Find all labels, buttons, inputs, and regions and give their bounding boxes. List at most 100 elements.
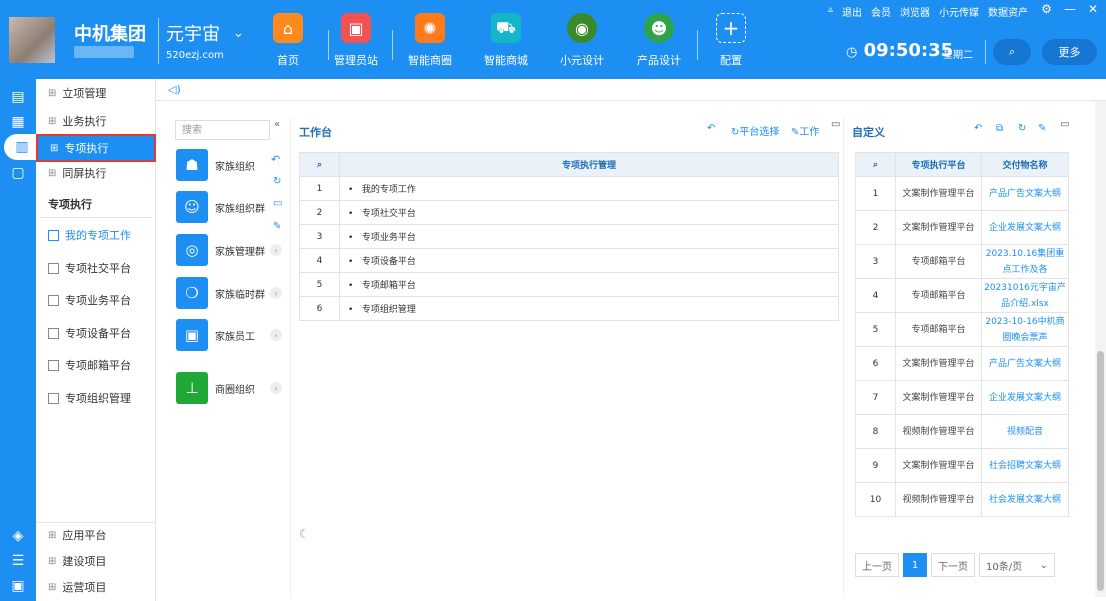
table-row[interactable]: 1 文案制作管理平台 产品广告文案大纲 <box>855 176 1069 211</box>
back-icon[interactable]: ↶ <box>707 123 715 134</box>
table-row[interactable]: 6 • 专项组织管理 <box>299 296 839 321</box>
row-file-link[interactable]: 社会招聘文案大纲 <box>981 448 1069 483</box>
back-icon[interactable]: ↶ <box>974 123 982 134</box>
row-file-link[interactable]: 产品广告文案大纲 <box>981 176 1069 211</box>
sub-item-org[interactable]: 专项组织管理 <box>36 388 156 408</box>
edit-icon[interactable]: ✎ <box>1038 123 1046 134</box>
table-row[interactable]: 3 • 专项业务平台 <box>299 224 839 249</box>
menu-item-project-setup[interactable]: ⊞ 立项管理 <box>36 82 156 104</box>
table-row[interactable]: 10 视频制作管理平台 社会发展文案大纲 <box>855 482 1069 517</box>
row-file-link[interactable]: 视频配音 <box>981 414 1069 449</box>
search-icon[interactable]: ⌕ <box>855 152 896 177</box>
nav-config[interactable]: + 配置 <box>699 13 763 69</box>
menu-item-operation[interactable]: ⊞ 运营项目 <box>36 576 156 598</box>
table-row[interactable]: 4 专项邮箱平台 20231016元宇宙产品介绍.xlsx <box>855 278 1069 313</box>
list-icon[interactable]: ☰ <box>8 551 28 571</box>
prev-page-button[interactable]: 上一页 <box>855 553 899 577</box>
nav-xiaoyuan-design[interactable]: ◉ 小元设计 <box>550 13 614 69</box>
screen-icon[interactable]: ▢ <box>8 163 28 183</box>
row-file-link[interactable]: 企业发展文案大纲 <box>981 380 1069 415</box>
row-file-link[interactable]: 20231016元宇宙产品介绍.xlsx <box>981 278 1069 313</box>
more-button[interactable]: 更多 <box>1042 39 1097 65</box>
maximize-icon[interactable]: ▭ <box>831 119 840 130</box>
sub-item-device[interactable]: 专项设备平台 <box>36 323 156 343</box>
row-file-link[interactable]: 产品广告文案大纲 <box>981 346 1069 381</box>
link-member[interactable]: 会员 <box>871 4 891 19</box>
work-button[interactable]: ✎工作 <box>791 123 819 138</box>
maximize-icon[interactable]: ▭ <box>1060 119 1069 130</box>
table-row[interactable]: 4 • 专项设备平台 <box>299 248 839 273</box>
row-file-link[interactable]: 2023-10-16中机商圈晚会票声 <box>981 312 1069 347</box>
table-row[interactable]: 5 • 专项邮箱平台 <box>299 272 839 297</box>
chart-icon[interactable]: ▥ <box>4 134 40 160</box>
settings-icon[interactable]: ⚙ <box>1041 2 1052 16</box>
table-row[interactable]: 5 专项邮箱平台 2023-10-16中机商圈晚会票声 <box>855 312 1069 347</box>
page-1-button[interactable]: 1 <box>903 553 927 577</box>
collapse-icon[interactable]: « <box>274 119 280 130</box>
link-browser[interactable]: 浏览器 <box>900 4 930 19</box>
nav-admin[interactable]: ▣ 管理员站 <box>324 13 388 69</box>
copy-icon[interactable]: ⧉ <box>996 123 1003 134</box>
family-item[interactable]: ◎ 家族管理群 › <box>176 233 286 267</box>
menu-item-construction[interactable]: ⊞ 建设项目 <box>36 550 156 572</box>
menu-item-app-platform[interactable]: ⊞ 应用平台 <box>36 524 156 546</box>
document-icon[interactable]: ▦ <box>8 112 28 132</box>
row-file-link[interactable]: 社会发展文案大纲 <box>981 482 1069 517</box>
scrollbar[interactable] <box>1095 101 1106 597</box>
search-icon[interactable]: ⌕ <box>299 152 340 177</box>
sub-item-business[interactable]: 专项业务平台 <box>36 290 156 310</box>
nav-product-design[interactable]: ☻ 产品设计 <box>627 13 691 69</box>
close-icon[interactable]: ✕ <box>1088 2 1098 16</box>
chevron-right-icon[interactable]: › <box>270 329 282 341</box>
family-search-input[interactable]: 搜索 <box>175 120 270 140</box>
nav-smart-mall[interactable]: ⛟ 智能商城 <box>474 13 538 69</box>
table-row[interactable]: 2 • 专项社交平台 <box>299 200 839 225</box>
row-number: 2 <box>299 200 340 225</box>
table-row[interactable]: 6 文案制作管理平台 产品广告文案大纲 <box>855 346 1069 381</box>
chevron-right-icon[interactable]: › <box>270 244 282 256</box>
next-page-button[interactable]: 下一页 <box>931 553 975 577</box>
family-item[interactable]: ⊥ 商圈组织 › <box>176 371 286 405</box>
menu-item-same-screen[interactable]: ⊞ 同屏执行 <box>36 162 156 184</box>
sub-item-mail[interactable]: 专项邮箱平台 <box>36 355 156 375</box>
family-item[interactable]: ☺ 家族组织群 <box>176 190 286 224</box>
briefcase-icon[interactable]: ▤ <box>8 87 28 107</box>
refresh-icon[interactable]: ↻ <box>1018 123 1026 134</box>
avatar[interactable] <box>9 17 55 63</box>
table-row[interactable]: 2 文案制作管理平台 企业发展文案大纲 <box>855 210 1069 245</box>
chevron-right-icon[interactable]: › <box>270 382 282 394</box>
row-file-link[interactable]: 2023.10.16集团重点工作及各 <box>981 244 1069 279</box>
row-file-link[interactable]: 企业发展文案大纲 <box>981 210 1069 245</box>
minimize-icon[interactable]: — <box>1064 2 1076 16</box>
brand-name[interactable]: 元宇宙 <box>166 20 220 46</box>
family-item[interactable]: ❍ 家族临时群 › <box>176 276 286 310</box>
scroll-thumb[interactable] <box>1097 351 1104 591</box>
grid-icon: ⊞ <box>48 581 57 593</box>
sub-item-my-work[interactable]: 我的专项工作 <box>36 225 156 245</box>
family-item[interactable]: ☗ 家族组织 <box>176 148 286 182</box>
nav-smart-district[interactable]: ✺ 智能商圈 <box>398 13 462 69</box>
row-platform: 文案制作管理平台 <box>895 210 982 245</box>
cube-icon[interactable]: ◈ <box>8 526 28 546</box>
table-row[interactable]: 7 文案制作管理平台 企业发展文案大纲 <box>855 380 1069 415</box>
search-button[interactable]: ⌕ <box>993 39 1031 65</box>
link-data-assets[interactable]: 数据资产 <box>988 4 1028 19</box>
row-label: 专项业务平台 <box>361 233 416 243</box>
table-row[interactable]: 3 专项邮箱平台 2023.10.16集团重点工作及各 <box>855 244 1069 279</box>
menu-item-special-exec[interactable]: ⊞ 专项执行 <box>36 134 156 162</box>
page-size-select[interactable]: 10条/页 ⌄ <box>979 553 1055 577</box>
table-row[interactable]: 8 视频制作管理平台 视频配音 <box>855 414 1069 449</box>
chevron-down-icon[interactable]: ⌄ <box>233 26 244 41</box>
link-media[interactable]: 小元传媒 <box>939 4 979 19</box>
ops-icon[interactable]: ▣ <box>8 576 28 596</box>
menu-item-business-exec[interactable]: ⊞ 业务执行 <box>36 110 156 132</box>
sub-item-social[interactable]: 专项社交平台 <box>36 258 156 278</box>
table-row[interactable]: 1 • 我的专项工作 <box>299 176 839 201</box>
table-row[interactable]: 9 文案制作管理平台 社会招聘文案大纲 <box>855 448 1069 483</box>
nav-home[interactable]: ⌂ 首页 <box>256 13 320 69</box>
speaker-icon[interactable]: ◁) <box>168 83 181 96</box>
family-item[interactable]: ▣ 家族员工 › <box>176 318 286 352</box>
chevron-right-icon[interactable]: › <box>270 287 282 299</box>
link-logout[interactable]: 退出 <box>842 4 862 19</box>
platform-select-button[interactable]: ↻平台选择 <box>731 123 779 138</box>
